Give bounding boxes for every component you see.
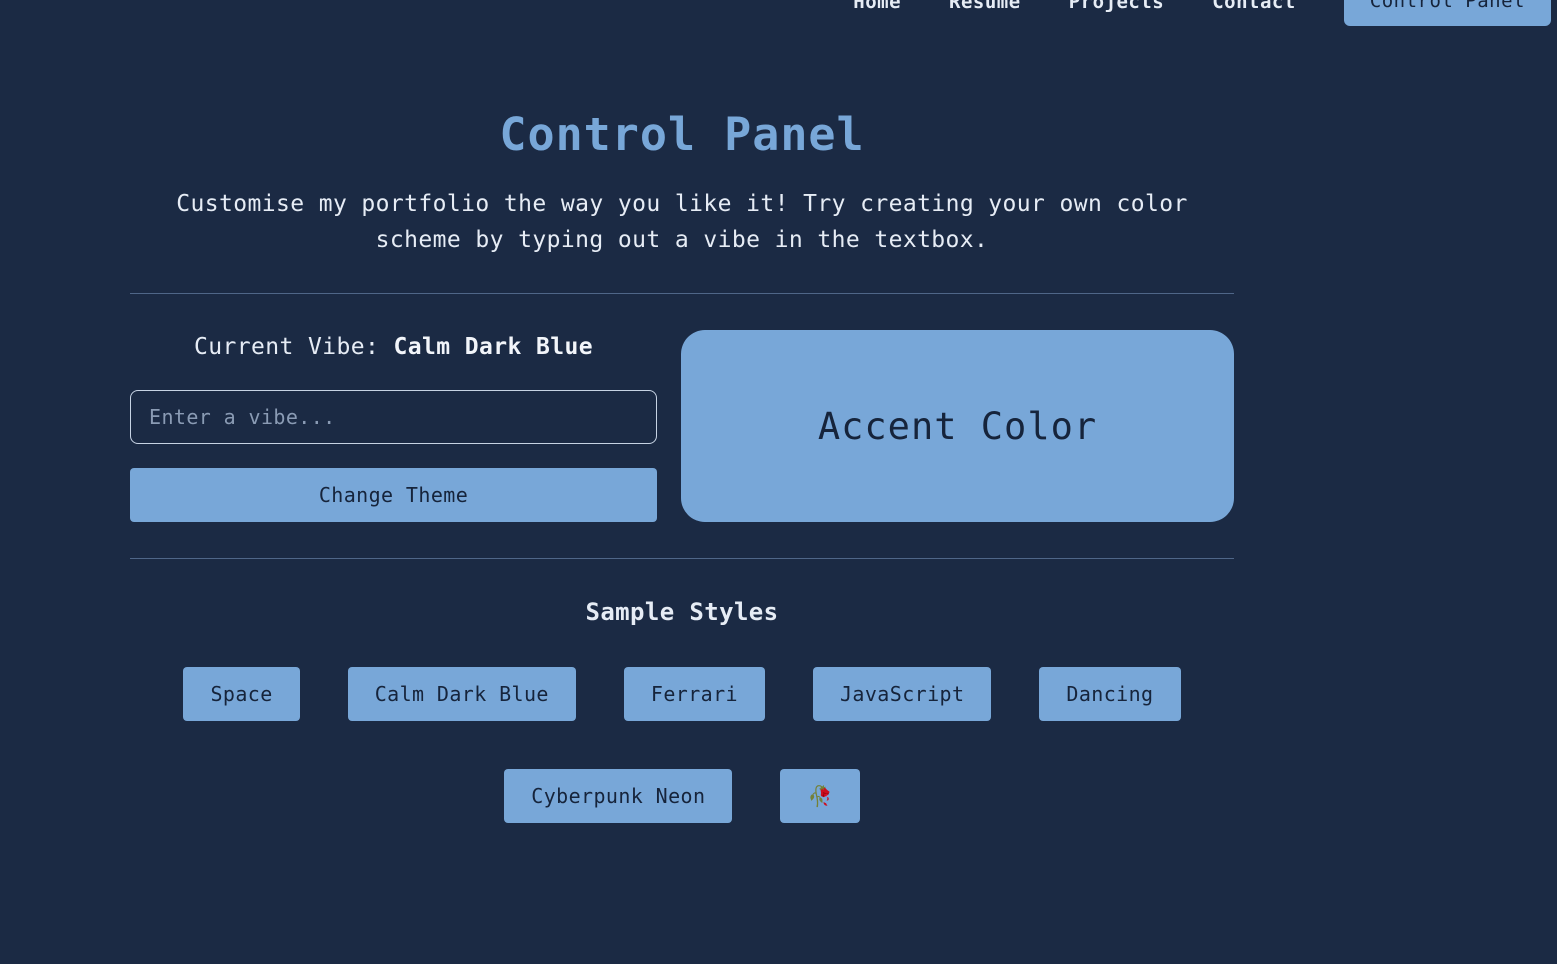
page: Home Resume Projects Contact Control Pan… <box>0 0 1557 964</box>
accent-color-preview: Accent Color <box>681 330 1234 522</box>
nav-control-panel-button[interactable]: Control Panel <box>1343 0 1551 26</box>
sample-ferrari-button[interactable]: Ferrari <box>623 667 765 721</box>
top-nav: Home Resume Projects Contact Control Pan… <box>853 0 1551 26</box>
sample-styles-title: Sample Styles <box>585 598 779 626</box>
current-vibe-value: Calm Dark Blue <box>393 334 593 360</box>
vibe-input[interactable] <box>130 390 657 444</box>
sample-dancing-button[interactable]: Dancing <box>1039 667 1181 721</box>
current-vibe-prefix: Current Vibe: <box>194 334 380 360</box>
nav-projects-link[interactable]: Projects <box>1069 0 1165 13</box>
change-theme-button[interactable]: Change Theme <box>130 468 657 522</box>
page-title: Control Panel <box>499 108 865 161</box>
nav-contact-link[interactable]: Contact <box>1212 0 1296 13</box>
divider-bottom <box>130 558 1234 559</box>
accent-color-label: Accent Color <box>817 404 1098 448</box>
sample-calm-dark-blue-button[interactable]: Calm Dark Blue <box>347 667 576 721</box>
sample-styles-row-2: Cyberpunk Neon 🥀 <box>130 769 1234 823</box>
sample-javascript-button[interactable]: JavaScript <box>812 667 992 721</box>
sample-styles-row-1: Space Calm Dark Blue Ferrari JavaScript … <box>130 667 1234 721</box>
sample-wilted-rose-button[interactable]: 🥀 <box>780 769 860 823</box>
page-subtitle: Customise my portfolio the way you like … <box>176 191 1188 253</box>
sample-space-button[interactable]: Space <box>183 667 300 721</box>
nav-home-link[interactable]: Home <box>853 0 901 13</box>
divider-top <box>130 293 1234 294</box>
nav-resume-link[interactable]: Resume <box>949 0 1021 13</box>
current-vibe-label: Current Vibe: Calm Dark Blue <box>130 334 657 360</box>
sample-cyberpunk-neon-button[interactable]: Cyberpunk Neon <box>504 769 733 823</box>
